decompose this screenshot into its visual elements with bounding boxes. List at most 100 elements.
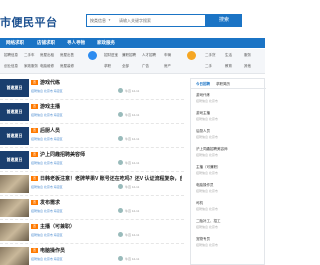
- listing-title[interactable]: 主播（可兼职）: [40, 223, 75, 230]
- category-item[interactable]: 招财进宝: [104, 53, 118, 58]
- search-box: 按类信息 ▼: [86, 14, 206, 27]
- sidebar-item-sub: 招聘信息 北京市: [196, 99, 218, 103]
- listing-thumbnail[interactable]: [0, 175, 29, 193]
- avatar: [118, 184, 123, 189]
- chevron-down-icon[interactable]: ▼: [108, 18, 111, 22]
- listing-title[interactable]: 发布需求: [40, 199, 60, 206]
- listing-title[interactable]: 日韩老板注意！老牌苹果V 账号还在吃吗？还V 认证流程复杂，自...: [40, 175, 182, 182]
- listing-meta: 牛百 12-11: [125, 257, 140, 261]
- listing-category: 招聘信息 北京市 海淀区: [31, 257, 63, 261]
- category-item[interactable]: 家政服务: [24, 64, 38, 69]
- listing-category: 招聘信息 北京市 海淀区: [31, 185, 63, 189]
- avatar: [118, 160, 123, 165]
- listing-category: 招聘信息 北京市 海淀区: [31, 137, 63, 141]
- listing-thumbnail[interactable]: 首邀夏日: [0, 79, 29, 97]
- sidebar-item-sub: 招聘信息 北京市: [196, 243, 218, 247]
- listing-meta: 牛百 12-11: [125, 89, 140, 93]
- listing-thumbnail[interactable]: 首邀夏日: [0, 151, 29, 169]
- nav-item-lost-found[interactable]: 寻人寻物: [62, 38, 90, 48]
- list-item[interactable]: 首邀夏日 置 后厨人员 招聘信息 北京市 海淀区 牛百 12-11: [0, 124, 184, 148]
- list-item[interactable]: 置 电脑操作员 招聘信息 北京市 海淀区 牛百 12-11: [0, 244, 184, 265]
- category-item[interactable]: 电脑维修: [40, 64, 54, 69]
- sidebar-tabs: 今日招聘 求职简历: [191, 79, 266, 89]
- list-item[interactable]: 置 日韩老板注意！老牌苹果V 账号还在吃吗？还V 认证流程复杂，自... 招聘信…: [0, 172, 184, 196]
- category-item[interactable]: 房屋出租: [40, 53, 54, 58]
- listing-title[interactable]: 后厨人员: [40, 127, 60, 134]
- category-item[interactable]: 求职: [104, 64, 111, 69]
- listing-title[interactable]: 沪上同趣招聘美容师: [40, 151, 85, 158]
- listing-title[interactable]: 电脑操作员: [40, 247, 65, 254]
- listing-thumbnail[interactable]: [0, 223, 29, 241]
- search-category-select[interactable]: 按类信息: [90, 18, 106, 24]
- category-item[interactable]: 二手: [205, 64, 212, 69]
- sidebar-item[interactable]: 司机: [196, 201, 262, 206]
- category-item[interactable]: 招聘信息: [4, 53, 18, 58]
- listing-category: 招聘信息 北京市 海淀区: [31, 209, 63, 213]
- sidebar-item[interactable]: 后厨人员: [196, 129, 262, 134]
- category-item[interactable]: 教育: [225, 64, 232, 69]
- main-nav: 网络求职 店铺求职 寻人寻物 家政服务: [0, 38, 265, 48]
- category-item[interactable]: 二手车: [24, 53, 35, 58]
- category-bar: 招聘信息 二手车 房屋出租 房屋出售 招财进宝 兼职招聘 人才招聘 车辆 二手货…: [0, 49, 265, 74]
- avatar: [118, 256, 123, 261]
- category-item[interactable]: 房屋装修: [60, 64, 74, 69]
- list-item[interactable]: 首邀夏日 置 游戏代练 招聘信息 北京市 海淀区 牛百 12-11: [0, 76, 184, 100]
- category-item[interactable]: 房产: [164, 64, 171, 69]
- top-badge: 置: [31, 152, 38, 157]
- category-item[interactable]: 广告: [142, 64, 149, 69]
- listing-meta: 牛百 12-11: [125, 209, 140, 213]
- listing-meta: 牛百 12-11: [125, 113, 140, 117]
- category-item[interactable]: 服务: [244, 53, 251, 58]
- avatar: [118, 112, 123, 117]
- category-item[interactable]: 生活: [225, 53, 232, 58]
- sidebar-item[interactable]: 沪上同趣招聘美容师: [196, 147, 262, 152]
- sidebar: 今日招聘 求职简历 游戏代练 招聘信息 北京市 游戏主播 招聘信息 北京市 后厨…: [190, 78, 266, 265]
- listing-meta: 牛百 12-11: [125, 137, 140, 141]
- tab-today-jobs[interactable]: 今日招聘: [196, 82, 210, 87]
- category-item[interactable]: 创业信息: [4, 64, 18, 69]
- listing-thumbnail[interactable]: 首邀夏日: [0, 127, 29, 145]
- category-icon[interactable]: [88, 51, 97, 60]
- sidebar-item-sub: 招聘信息 北京市: [196, 153, 218, 157]
- category-item[interactable]: 房屋出售: [60, 53, 74, 58]
- search-input[interactable]: [119, 17, 203, 24]
- category-item[interactable]: 二手货: [205, 53, 216, 58]
- sidebar-item[interactable]: 电脑操作员: [196, 183, 262, 188]
- sidebar-item[interactable]: 宠物专员: [196, 237, 262, 242]
- list-item[interactable]: 首邀夏日 置 游戏主播 招聘信息 北京市 海淀区 牛百 12-11: [0, 100, 184, 124]
- listing-thumbnail[interactable]: [0, 247, 29, 265]
- tab-resumes[interactable]: 求职简历: [216, 82, 230, 87]
- sidebar-item[interactable]: 二胎补工、招工: [196, 219, 262, 224]
- sidebar-item[interactable]: 游戏主播: [196, 111, 262, 116]
- sidebar-item-sub: 招聘信息 北京市: [196, 189, 218, 193]
- nav-item-jobs[interactable]: 网络求职: [0, 38, 30, 48]
- category-item[interactable]: 人才招聘: [142, 53, 156, 58]
- avatar: [118, 208, 123, 213]
- search-button[interactable]: 搜索: [206, 14, 242, 27]
- listing-title[interactable]: 游戏主播: [40, 103, 60, 110]
- listing-title[interactable]: 游戏代练: [40, 79, 60, 86]
- category-icon[interactable]: [187, 51, 196, 60]
- category-item[interactable]: 兼职招聘: [122, 53, 136, 58]
- category-item[interactable]: 其他: [244, 64, 251, 69]
- listing-thumbnail[interactable]: 首邀夏日: [0, 103, 29, 121]
- category-item[interactable]: 全部: [122, 64, 129, 69]
- top-badge: 置: [31, 176, 38, 181]
- site-logo[interactable]: 市便民平台: [0, 14, 58, 30]
- listing-meta: 牛百 12-11: [125, 233, 140, 237]
- avatar: [118, 232, 123, 237]
- sidebar-item[interactable]: 主播（可兼职）: [196, 165, 262, 170]
- sidebar-item-sub: 招聘信息 北京市: [196, 207, 218, 211]
- listing-category: 招聘信息 北京市 海淀区: [31, 233, 63, 237]
- list-item[interactable]: 首邀夏日 置 沪上同趣招聘美容师 招聘信息 北京市 海淀区 牛百 12-11: [0, 148, 184, 172]
- sidebar-item-sub: 招聘信息 北京市: [196, 135, 218, 139]
- list-item[interactable]: 置 主播（可兼职） 招聘信息 北京市 海淀区 牛百 12-11: [0, 220, 184, 244]
- nav-item-shops[interactable]: 店铺求职: [32, 38, 60, 48]
- category-item[interactable]: 车辆: [164, 53, 171, 58]
- sidebar-item[interactable]: 游戏代练: [196, 93, 262, 98]
- nav-item-housekeeping[interactable]: 家政服务: [92, 38, 120, 48]
- header: 市便民平台 按类信息 ▼ 搜索: [0, 0, 265, 36]
- top-badge: 置: [31, 200, 38, 205]
- listing-thumbnail[interactable]: [0, 199, 29, 217]
- list-item[interactable]: 置 发布需求 招聘信息 北京市 海淀区 牛百 12-11: [0, 196, 184, 220]
